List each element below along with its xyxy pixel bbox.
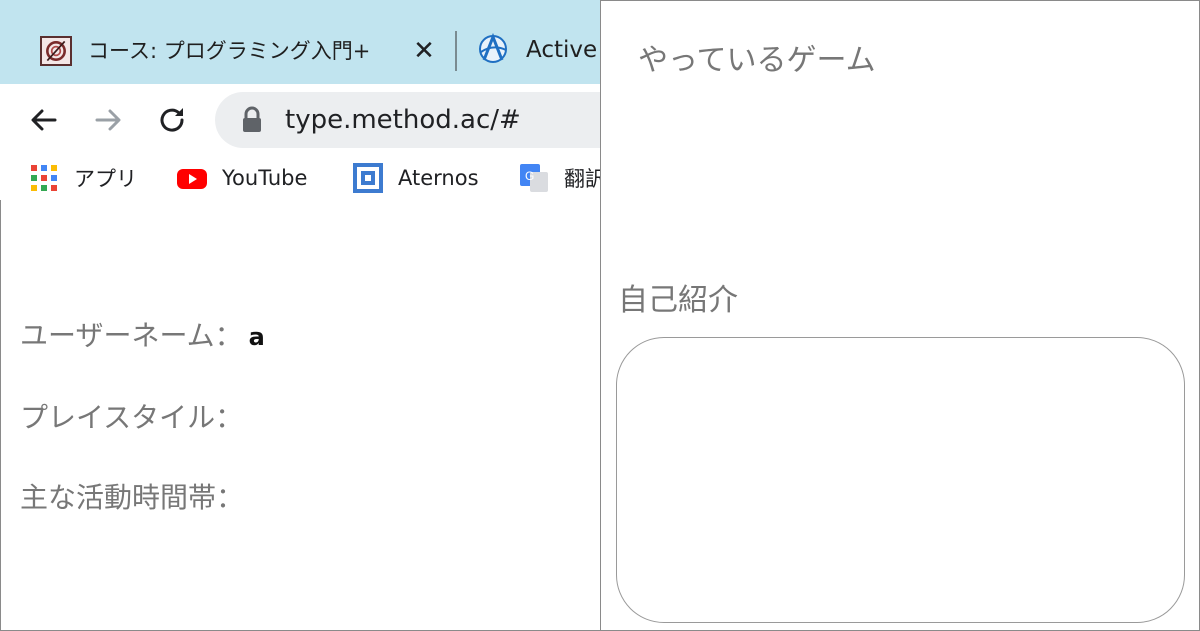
games-heading: やっているゲーム	[638, 43, 876, 78]
bookmark-translate[interactable]: G 翻訳	[518, 162, 600, 194]
course-favicon-icon	[40, 36, 72, 66]
forward-arrow-icon[interactable]	[88, 100, 128, 140]
tab-title-course[interactable]: コース: プログラミング入門+	[88, 36, 370, 66]
username-value: a	[248, 323, 265, 351]
globe-a-favicon-icon	[478, 32, 508, 64]
reload-icon[interactable]	[152, 100, 192, 140]
username-row: ユーザーネーム： a	[20, 318, 265, 355]
google-translate-icon: G	[518, 162, 550, 194]
bookmark-apps[interactable]: アプリ	[28, 162, 137, 194]
bookmark-youtube[interactable]: YouTube	[176, 162, 307, 194]
profile-fields-section: ユーザーネーム： a プレイスタイル： 主な活動時間帯：	[0, 200, 600, 631]
lock-icon[interactable]	[241, 106, 263, 134]
profile-panel: やっているゲーム 自己紹介	[600, 0, 1200, 631]
playstyle-label: プレイスタイル：	[20, 401, 244, 434]
apps-grid-icon	[28, 162, 60, 194]
youtube-icon	[176, 162, 208, 194]
url-text[interactable]: type.method.ac/#	[285, 104, 521, 136]
svg-text:G: G	[525, 169, 534, 183]
close-tab-icon[interactable]: ✕	[410, 36, 438, 66]
bookmark-translate-label: 翻訳	[564, 167, 600, 191]
self-intro-heading: 自己紹介	[618, 283, 738, 318]
playstyle-row: プレイスタイル：	[20, 400, 249, 437]
bookmarks-bar: アプリ YouTube Aternos G 翻訳	[0, 156, 600, 200]
activity-time-label: 主な活動時間帯：	[20, 481, 245, 514]
self-intro-textarea[interactable]	[616, 337, 1185, 623]
bookmark-aternos-label: Aternos	[398, 166, 479, 190]
activity-time-row: 主な活動時間帯：	[20, 480, 250, 517]
tab-strip: コース: プログラミング入門+ ✕ Active	[0, 0, 600, 84]
bookmark-youtube-label: YouTube	[222, 166, 308, 190]
aternos-icon	[352, 162, 384, 194]
bookmark-aternos[interactable]: Aternos	[352, 162, 479, 194]
browser-window: コース: プログラミング入門+ ✕ Active type.method.ac/…	[0, 0, 635, 631]
bookmark-apps-label: アプリ	[74, 167, 137, 191]
tab-title-active[interactable]: Active	[526, 35, 597, 65]
address-bar[interactable]: type.method.ac/#	[215, 92, 635, 148]
back-arrow-icon[interactable]	[24, 100, 64, 140]
browser-toolbar: type.method.ac/#	[0, 84, 635, 156]
tab-divider	[455, 31, 457, 71]
username-label: ユーザーネーム：	[20, 319, 243, 352]
